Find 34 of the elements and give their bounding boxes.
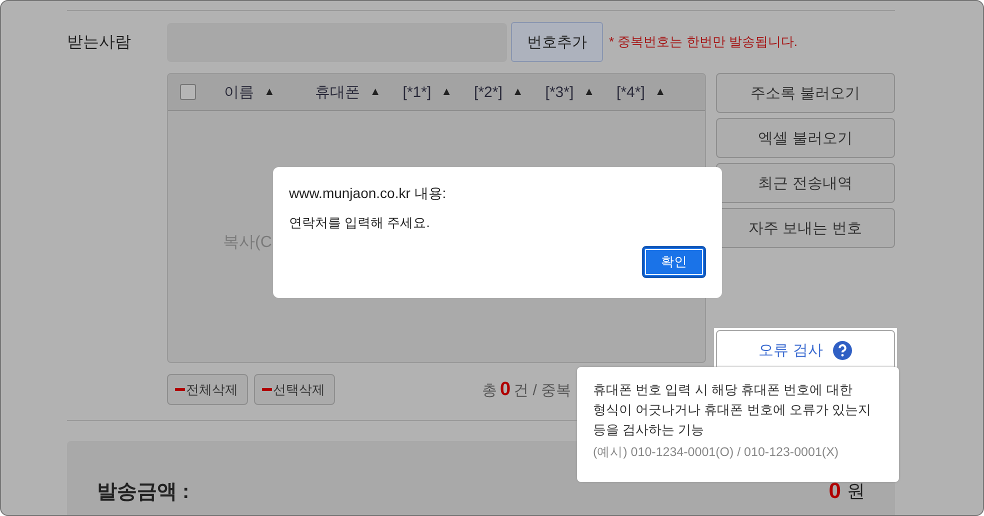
- count-suffix: 건 / 중복: [514, 380, 572, 400]
- tooltip-text: 휴대폰 번호 입력 시 해당 휴대폰 번호에 대한 형식이 어긋나거나 휴대폰 번호에 오류가 있는지 등을 검사하는 기능: [593, 381, 872, 439]
- amount-label: 발송금액 :: [97, 480, 190, 504]
- column-header[interactable]: [*2*]: [474, 84, 502, 100]
- amount-unit: 원: [847, 480, 865, 503]
- recipient-label: 받는사람: [67, 32, 132, 52]
- total-label: 총: [482, 380, 497, 400]
- column-header[interactable]: [*3*]: [545, 84, 574, 100]
- ok-button[interactable]: 확인: [642, 246, 706, 278]
- select-all-checkbox[interactable]: [180, 84, 196, 100]
- side-button[interactable]: 최근 전송내역: [716, 163, 895, 203]
- side-button[interactable]: 주소록 불러오기: [716, 73, 895, 113]
- total-count: 0: [500, 378, 511, 400]
- sort-icon[interactable]: ▲: [584, 86, 595, 98]
- column-header[interactable]: 휴대폰: [314, 82, 360, 102]
- sort-icon[interactable]: ▲: [264, 86, 275, 98]
- delete-button[interactable]: 선택삭제: [254, 374, 335, 405]
- duplicate-note: * 중복번호는 한번만 발송됩니다.: [609, 33, 798, 51]
- tooltip-example: (예시) 010-1234-0001(O) / 010-123-0001(X): [593, 444, 840, 461]
- sort-icon[interactable]: ▲: [654, 86, 666, 98]
- amount-value: 0: [828, 478, 841, 504]
- dialog-message: 연락처를 입력해 주세요.: [289, 214, 431, 232]
- delete-button[interactable]: 전체삭제: [167, 374, 248, 405]
- column-header[interactable]: [*1*]: [402, 84, 432, 100]
- dialog-title: www.munjaon.co.kr 내용:: [289, 185, 448, 203]
- sort-icon[interactable]: ▲: [370, 86, 381, 98]
- side-button[interactable]: 엑셀 불러오기: [716, 118, 895, 158]
- sort-icon[interactable]: ▲: [441, 86, 452, 98]
- column-header[interactable]: [*4*]: [616, 84, 645, 100]
- help-icon[interactable]: [832, 340, 852, 360]
- column-header[interactable]: 이름: [224, 82, 254, 102]
- sort-icon[interactable]: ▲: [512, 86, 524, 98]
- error-check-button[interactable]: 오류 검사: [716, 330, 895, 370]
- add-number-button[interactable]: 번호추가: [511, 22, 603, 62]
